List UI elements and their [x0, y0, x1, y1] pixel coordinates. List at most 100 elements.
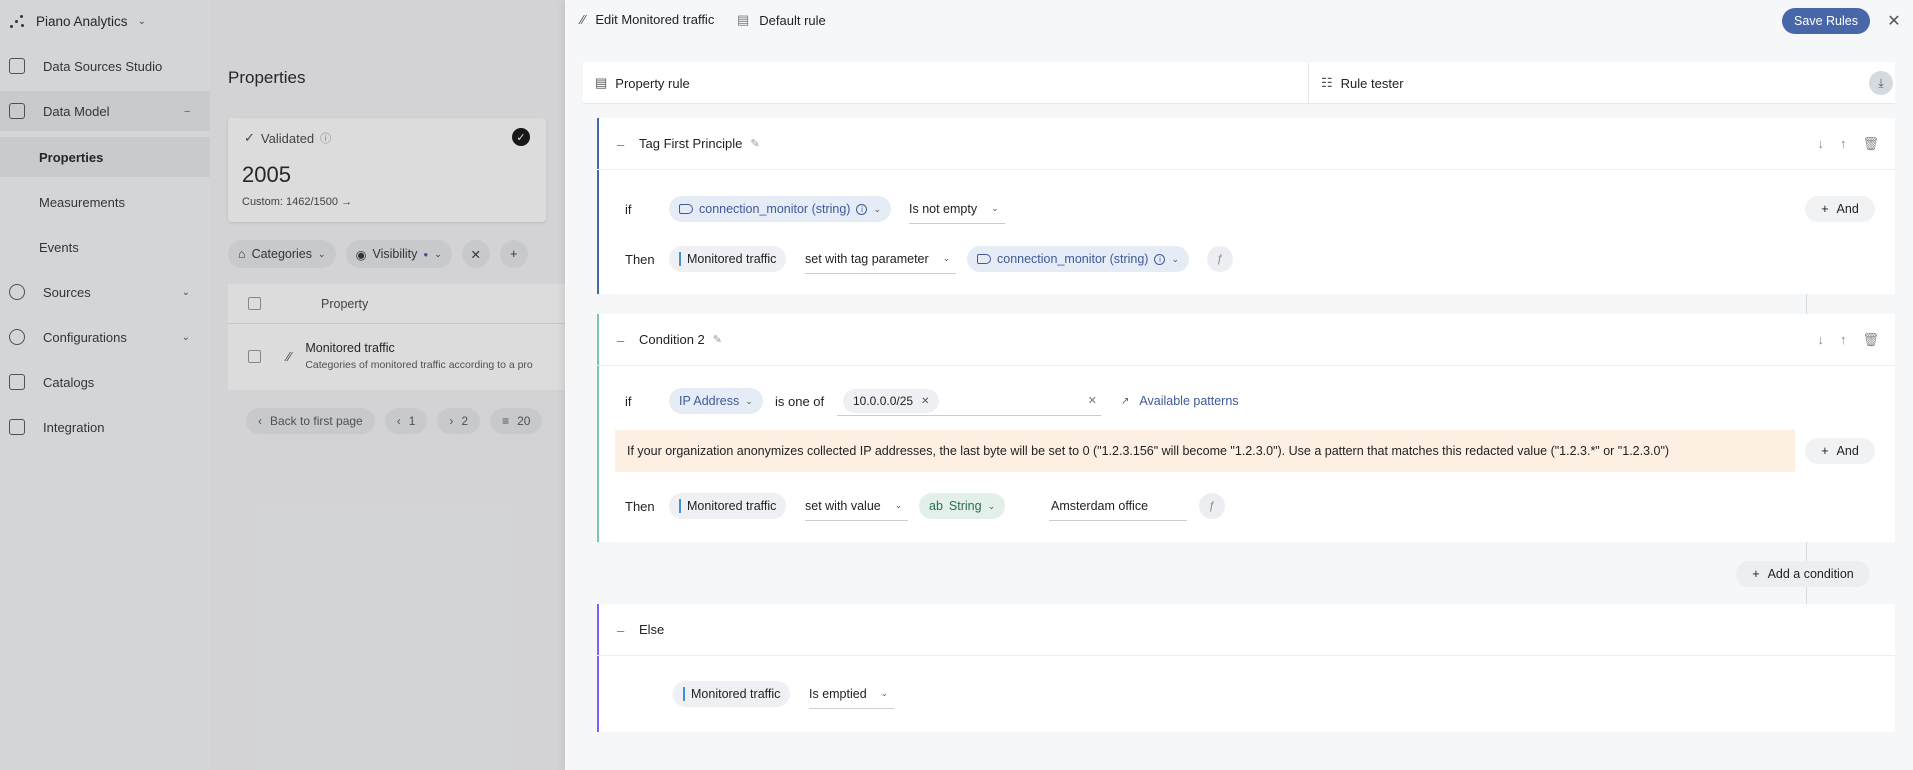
and-label: And	[1836, 202, 1859, 216]
collapse-icon[interactable]: –	[617, 137, 624, 152]
rule-title: ▤ Default rule	[737, 12, 826, 28]
rule-header: – Condition 2 ✎ ↓ ↑ 🗑	[597, 314, 1895, 366]
clear-icon[interactable]: ✕	[1088, 394, 1097, 407]
tag-icon	[679, 204, 693, 214]
value-property-label: connection_monitor (string)	[997, 252, 1149, 266]
type-select[interactable]: ab String ⌄	[919, 493, 1006, 519]
rule-title: Condition 2 ✎	[639, 332, 722, 347]
chevron-down-icon: ⌄	[942, 253, 951, 263]
value-property-select[interactable]: connection_monitor (string) i ⌄	[967, 246, 1190, 272]
action-select[interactable]: set with value ⌄	[805, 491, 909, 521]
info-icon: i	[856, 203, 868, 215]
download-icon[interactable]: ⤓	[1869, 71, 1893, 95]
edit-title: ⁄⁄ Edit Monitored traffic	[581, 12, 714, 27]
target-label: Monitored traffic	[687, 252, 777, 266]
target-property[interactable]: Monitored traffic	[669, 493, 787, 519]
value-input[interactable]: Amsterdam office	[1049, 491, 1187, 521]
then-label: Then	[625, 499, 655, 514]
save-rules-button[interactable]: Save Rules	[1782, 8, 1870, 34]
pencil-icon[interactable]: ✎	[750, 137, 759, 150]
and-button[interactable]: + And	[1805, 438, 1875, 464]
rule-title-text: Tag First Principle	[639, 136, 743, 151]
rule-icon: ▤	[737, 12, 750, 27]
remove-chip-icon[interactable]: ✕	[921, 396, 929, 407]
info-icon: i	[1154, 253, 1166, 265]
patterns-label: Available patterns	[1139, 394, 1239, 408]
type-label: String	[948, 499, 982, 513]
edit-label: Edit Monitored traffic	[595, 12, 715, 27]
value-chip: 10.0.0.0/25 ✕	[843, 389, 940, 413]
rule-tools: ↓ ↑ 🗑	[1817, 332, 1879, 348]
type-abbrev: ab	[929, 499, 943, 513]
plus-icon: +	[1821, 202, 1829, 216]
rule-block-1: – Tag First Principle ✎ ↓ ↑ 🗑 if connect…	[597, 118, 1895, 294]
add-condition-button[interactable]: + Add a condition	[1736, 561, 1870, 587]
tab-label: Rule tester	[1340, 75, 1404, 91]
chevron-down-icon: ⌄	[745, 395, 753, 406]
edit-drawer: ⁄⁄ Edit Monitored traffic ▤ Default rule…	[565, 0, 1913, 770]
function-icon[interactable]: ƒ	[1207, 246, 1233, 272]
and-button[interactable]: + And	[1805, 196, 1875, 222]
trash-icon[interactable]: 🗑	[1862, 332, 1879, 348]
move-down-icon[interactable]: ↓	[1817, 332, 1824, 348]
operator-label: Is not empty	[909, 201, 978, 216]
chevron-down-icon: ⌄	[894, 500, 903, 510]
value-chip-label: 10.0.0.0/25	[853, 394, 914, 408]
property-marker	[679, 252, 681, 266]
action-label: set with tag parameter	[805, 251, 929, 266]
add-condition-label: Add a condition	[1767, 567, 1854, 581]
trash-icon[interactable]: 🗑	[1862, 136, 1879, 152]
tag-icon	[977, 254, 991, 264]
ip-warning: If your organization anonymizes collecte…	[615, 430, 1795, 472]
property-marker	[679, 499, 681, 513]
condition-property-label: connection_monitor (string)	[699, 202, 851, 216]
if-label: if	[625, 202, 632, 217]
values-input[interactable]: 10.0.0.0/25 ✕ ✕	[837, 386, 1101, 416]
available-patterns-link[interactable]: ↗ Available patterns	[1121, 394, 1239, 408]
move-up-icon[interactable]: ↑	[1840, 332, 1847, 348]
external-link-icon: ↗	[1121, 395, 1130, 407]
sliders-icon: ☷	[1321, 75, 1333, 90]
rule-title: Tag First Principle ✎	[639, 136, 760, 151]
operator-label: is one of	[775, 394, 825, 409]
tab-rule-tester[interactable]: ☷ Rule tester	[1309, 62, 1869, 104]
close-icon[interactable]: ✕	[1883, 10, 1905, 32]
drawer-tabs: ▤ Property rule ☷ Rule tester ⤓	[583, 62, 1895, 104]
connector	[1806, 294, 1807, 314]
chevron-down-icon: ⌄	[987, 500, 996, 511]
chevron-down-icon: ⌄	[880, 688, 889, 698]
function-icon[interactable]: ƒ	[1199, 493, 1225, 519]
tab-property-rule[interactable]: ▤ Property rule	[583, 62, 1309, 104]
collapse-icon[interactable]: –	[617, 623, 624, 638]
plus-icon: +	[1821, 444, 1829, 458]
and-label: And	[1836, 444, 1859, 458]
chevron-down-icon: ⌄	[1171, 253, 1180, 264]
rule-label: Default rule	[759, 12, 826, 28]
action-label: set with value	[805, 498, 881, 513]
condition-property-select[interactable]: connection_monitor (string) i ⌄	[669, 196, 892, 222]
move-up-icon[interactable]: ↑	[1840, 136, 1847, 152]
else-header: – Else	[597, 604, 1895, 656]
else-target-label: Monitored traffic	[691, 687, 781, 701]
chevron-down-icon: ⌄	[873, 203, 882, 214]
overlay[interactable]	[0, 0, 565, 770]
tab-label: Property rule	[615, 75, 690, 91]
condition-property-label: IP Address	[679, 394, 740, 408]
target-property[interactable]: Monitored traffic	[669, 246, 787, 272]
then-label: Then	[625, 252, 655, 267]
else-action-select[interactable]: Is emptied ⌄	[809, 679, 895, 709]
target-label: Monitored traffic	[687, 499, 777, 513]
action-select[interactable]: set with tag parameter ⌄	[805, 244, 957, 274]
condition-property-select[interactable]: IP Address ⌄	[669, 388, 763, 414]
rule-header: – Tag First Principle ✎ ↓ ↑ 🗑	[597, 118, 1895, 170]
move-down-icon[interactable]: ↓	[1817, 136, 1824, 152]
else-action-label: Is emptied	[809, 686, 867, 701]
drawer-header: ⁄⁄ Edit Monitored traffic ▤ Default rule…	[565, 0, 1913, 42]
else-target-property[interactable]: Monitored traffic	[673, 681, 791, 707]
collapse-icon[interactable]: –	[617, 333, 624, 348]
else-title: Else	[639, 622, 665, 637]
property-marker	[683, 687, 685, 701]
operator-select[interactable]: Is not empty ⌄	[909, 194, 1005, 224]
pencil-icon[interactable]: ✎	[713, 333, 722, 346]
trend-icon: ⁄⁄	[581, 12, 586, 27]
